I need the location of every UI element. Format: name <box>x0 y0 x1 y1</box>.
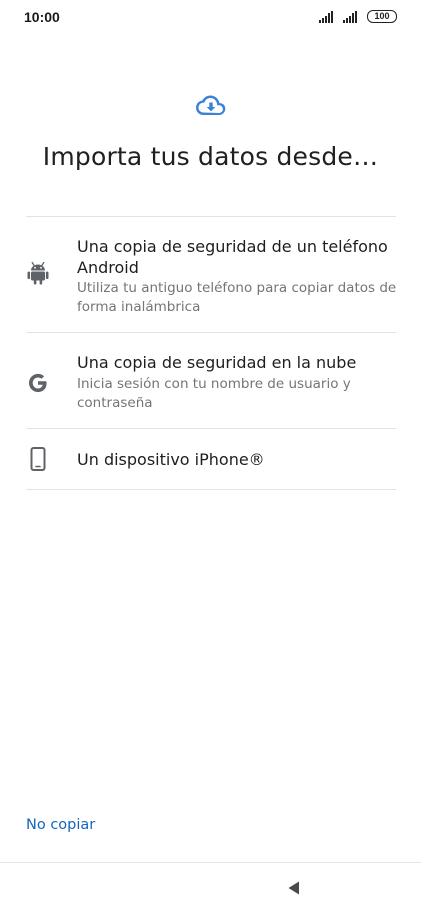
option-android-backup[interactable]: Una copia de seguridad de un teléfono An… <box>0 217 421 332</box>
android-icon <box>27 261 49 285</box>
option-title: Una copia de seguridad de un teléfono An… <box>77 237 388 277</box>
option-subtitle: Utiliza tu antiguo teléfono para copiar … <box>77 280 397 315</box>
option-cloud-backup[interactable]: Una copia de seguridad en la nube Inicia… <box>0 333 421 428</box>
option-title: Una copia de seguridad en la nube <box>77 353 357 372</box>
signal-icon <box>319 10 333 23</box>
battery-icon: 100 <box>367 10 397 23</box>
option-title: Un dispositivo iPhone® <box>77 450 265 469</box>
divider <box>26 489 396 490</box>
option-iphone[interactable]: Un dispositivo iPhone® <box>0 429 421 489</box>
nav-divider <box>0 862 421 863</box>
back-icon[interactable] <box>286 880 302 896</box>
cloud-download-icon <box>196 95 226 115</box>
option-subtitle: Inicia sesión con tu nombre de usuario y… <box>77 376 351 411</box>
signal-icon-2 <box>343 10 357 23</box>
google-icon <box>29 373 47 393</box>
phone-icon <box>30 447 46 471</box>
page-title: Importa tus datos desde… <box>42 142 379 171</box>
skip-link[interactable]: No copiar <box>26 817 95 833</box>
status-bar: 10:00 100 <box>0 0 421 36</box>
status-time: 10:00 <box>24 9 60 25</box>
status-icons: 100 <box>319 10 397 23</box>
